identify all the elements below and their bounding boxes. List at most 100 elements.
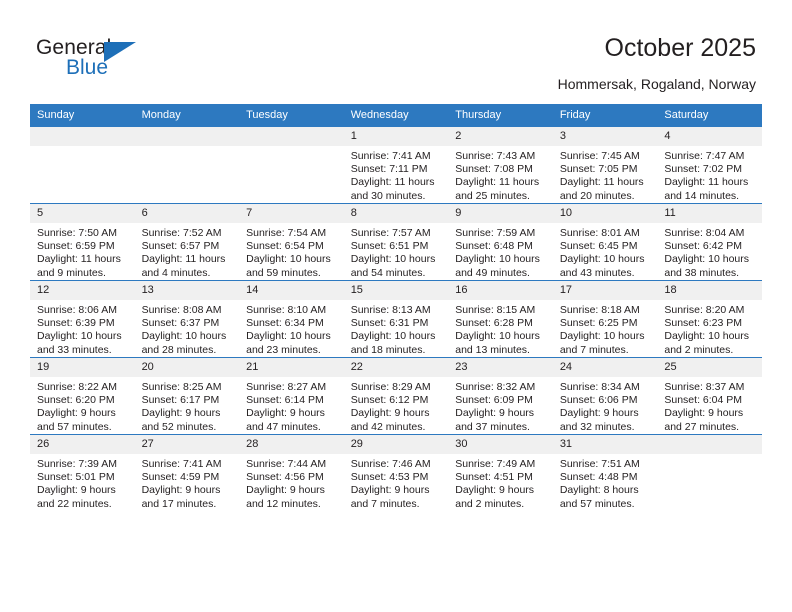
- day-info: Sunrise: 7:43 AM Sunset: 7:08 PM Daylight:…: [448, 146, 553, 203]
- daylight-line2-text: and 17 minutes.: [141, 497, 217, 510]
- calendar-day-cell[interactable]: 28 Sunrise: 7:44 AM Sunset: 4:56 PM Dayligh…: [239, 434, 344, 511]
- calendar-day-cell[interactable]: 20 Sunrise: 8:25 AM Sunset: 6:17 PM Dayligh…: [134, 357, 240, 435]
- day-number: 8: [343, 204, 449, 223]
- calendar-day-cell[interactable]: 2 Sunrise: 7:43 AM Sunset: 7:08 PM Daylight…: [448, 126, 553, 204]
- day-number: 2: [448, 127, 553, 146]
- calendar-day-cell[interactable]: 15 Sunrise: 8:13 AM Sunset: 6:31 PM Dayligh…: [343, 280, 449, 358]
- day-number: 15: [343, 281, 449, 300]
- daylight-line1-text: Daylight: 10 hours: [350, 253, 436, 266]
- sunrise-text: Sunrise: 7:50 AM: [37, 227, 117, 239]
- calendar-day-cell[interactable]: 26 Sunrise: 7:39 AM Sunset: 5:01 PM Dayligh…: [30, 434, 135, 511]
- day-info: Sunrise: 8:25 AM Sunset: 6:17 PM Daylight:…: [135, 377, 240, 434]
- day-number: [134, 127, 240, 146]
- sunset-text: Sunset: 6:34 PM: [246, 317, 324, 330]
- daylight-line1-text: Daylight: 11 hours: [664, 176, 749, 189]
- sunset-text: Sunset: 6:54 PM: [246, 240, 324, 253]
- daylight-line1-text: Daylight: 9 hours: [350, 407, 430, 420]
- calendar-day-cell[interactable]: 19 Sunrise: 8:22 AM Sunset: 6:20 PM Dayligh…: [30, 357, 135, 435]
- sunset-text: Sunset: 6:12 PM: [350, 394, 429, 407]
- daylight-line1-text: Daylight: 9 hours: [455, 407, 535, 420]
- sunrise-text: Sunrise: 8:04 AM: [664, 227, 745, 239]
- sunset-text: Sunset: 6:14 PM: [246, 394, 324, 407]
- day-number: 7: [239, 204, 344, 223]
- calendar-day-cell[interactable]: 6 Sunrise: 7:52 AM Sunset: 6:57 PM Daylight…: [134, 203, 240, 281]
- sunrise-text: Sunrise: 7:57 AM: [350, 227, 431, 239]
- calendar-day-cell[interactable]: 12 Sunrise: 8:06 AM Sunset: 6:39 PM Dayligh…: [30, 280, 135, 358]
- sunrise-text: Sunrise: 8:20 AM: [664, 304, 745, 316]
- daylight-line2-text: and 2 minutes.: [455, 497, 525, 510]
- day-number: 10: [552, 204, 658, 223]
- daylight-line1-text: Daylight: 10 hours: [559, 253, 645, 266]
- daylight-line1-text: Daylight: 10 hours: [559, 330, 645, 343]
- sunset-text: Sunset: 6:48 PM: [455, 240, 533, 253]
- sunrise-text: Sunrise: 7:45 AM: [559, 150, 640, 162]
- daylight-line2-text: and 42 minutes.: [350, 420, 426, 433]
- sunset-text: Sunset: 7:08 PM: [455, 163, 533, 176]
- calendar-day-cell[interactable]: 8 Sunrise: 7:57 AM Sunset: 6:51 PM Daylight…: [343, 203, 449, 281]
- day-info: Sunrise: 7:39 AM Sunset: 5:01 PM Daylight:…: [30, 454, 135, 511]
- calendar-day-cell[interactable]: 27 Sunrise: 7:41 AM Sunset: 4:59 PM Dayligh…: [134, 434, 240, 511]
- daylight-line1-text: Daylight: 9 hours: [664, 407, 744, 420]
- sunset-text: Sunset: 7:02 PM: [664, 163, 743, 176]
- sunset-text: Sunset: 6:04 PM: [664, 394, 743, 407]
- sunrise-text: Sunrise: 7:41 AM: [350, 150, 431, 162]
- day-number: [239, 127, 344, 146]
- daylight-line2-text: and 12 minutes.: [246, 497, 321, 510]
- sunset-text: Sunset: 6:25 PM: [559, 317, 638, 330]
- day-info: Sunrise: 8:20 AM Sunset: 6:23 PM Daylight:…: [657, 300, 762, 357]
- calendar-week-row: 12 Sunrise: 8:06 AM Sunset: 6:39 PM Dayligh…: [30, 280, 762, 358]
- calendar-day-cell[interactable]: 23 Sunrise: 8:32 AM Sunset: 6:09 PM Dayligh…: [448, 357, 553, 435]
- sunset-text: Sunset: 6:39 PM: [37, 317, 115, 330]
- calendar-day-cell[interactable]: 25 Sunrise: 8:37 AM Sunset: 6:04 PM Dayligh…: [657, 357, 762, 435]
- sunset-text: Sunset: 6:57 PM: [141, 240, 220, 253]
- sunrise-text: Sunrise: 7:52 AM: [141, 227, 222, 239]
- calendar-day-cell[interactable]: 11 Sunrise: 8:04 AM Sunset: 6:42 PM Dayligh…: [657, 203, 762, 281]
- calendar-day-cell[interactable]: 31 Sunrise: 7:51 AM Sunset: 4:48 PM Dayligh…: [552, 434, 658, 511]
- day-info: Sunrise: 8:15 AM Sunset: 6:28 PM Daylight:…: [448, 300, 553, 357]
- calendar-day-cell[interactable]: 18 Sunrise: 8:20 AM Sunset: 6:23 PM Dayligh…: [657, 280, 762, 358]
- sunset-text: Sunset: 6:09 PM: [455, 394, 533, 407]
- day-number: 16: [448, 281, 553, 300]
- calendar-day-cell[interactable]: 13 Sunrise: 8:08 AM Sunset: 6:37 PM Dayligh…: [134, 280, 240, 358]
- calendar-week-row: 5 Sunrise: 7:50 AM Sunset: 6:59 PM Daylight…: [30, 203, 762, 281]
- calendar-day-cell[interactable]: 14 Sunrise: 8:10 AM Sunset: 6:34 PM Dayligh…: [239, 280, 344, 358]
- day-info: Sunrise: 7:46 AM Sunset: 4:53 PM Daylight:…: [344, 454, 449, 511]
- calendar-day-cell[interactable]: 22 Sunrise: 8:29 AM Sunset: 6:12 PM Dayligh…: [343, 357, 449, 435]
- calendar-day-cell[interactable]: 10 Sunrise: 8:01 AM Sunset: 6:45 PM Dayligh…: [552, 203, 658, 281]
- sunrise-text: Sunrise: 7:54 AM: [246, 227, 327, 239]
- daylight-line2-text: and 57 minutes.: [37, 420, 112, 433]
- calendar-day-cell[interactable]: 7 Sunrise: 7:54 AM Sunset: 6:54 PM Daylight…: [239, 203, 344, 281]
- day-info: Sunrise: 8:10 AM Sunset: 6:34 PM Daylight:…: [239, 300, 344, 357]
- sunset-text: Sunset: 4:56 PM: [246, 471, 324, 484]
- day-info: Sunrise: 7:49 AM Sunset: 4:51 PM Daylight:…: [448, 454, 553, 511]
- daylight-line1-text: Daylight: 10 hours: [664, 330, 750, 343]
- daylight-line2-text: and 14 minutes.: [664, 189, 740, 202]
- daylight-line1-text: Daylight: 9 hours: [559, 407, 639, 420]
- daylight-line2-text: and 13 minutes.: [455, 343, 530, 356]
- daylight-line2-text: and 43 minutes.: [559, 266, 635, 279]
- calendar-day-cell[interactable]: 21 Sunrise: 8:27 AM Sunset: 6:14 PM Dayligh…: [239, 357, 344, 435]
- calendar-day-cell[interactable]: 24 Sunrise: 8:34 AM Sunset: 6:06 PM Dayligh…: [552, 357, 658, 435]
- calendar-day-cell[interactable]: 16 Sunrise: 8:15 AM Sunset: 6:28 PM Dayligh…: [448, 280, 553, 358]
- sunrise-text: Sunrise: 8:37 AM: [664, 381, 745, 393]
- daylight-line1-text: Daylight: 9 hours: [246, 484, 325, 497]
- calendar-day-cell[interactable]: 17 Sunrise: 8:18 AM Sunset: 6:25 PM Dayligh…: [552, 280, 658, 358]
- day-info: Sunrise: 8:13 AM Sunset: 6:31 PM Daylight:…: [344, 300, 449, 357]
- calendar-day-cell[interactable]: 5 Sunrise: 7:50 AM Sunset: 6:59 PM Daylight…: [30, 203, 135, 281]
- sunrise-text: Sunrise: 7:47 AM: [664, 150, 745, 162]
- calendar-day-cell[interactable]: 4 Sunrise: 7:47 AM Sunset: 7:02 PM Daylight…: [657, 126, 762, 204]
- daylight-line1-text: Daylight: 10 hours: [37, 330, 122, 343]
- sunrise-text: Sunrise: 8:25 AM: [141, 381, 222, 393]
- calendar-day-cell[interactable]: 30 Sunrise: 7:49 AM Sunset: 4:51 PM Dayligh…: [448, 434, 553, 511]
- weekday-header-monday: Monday: [134, 104, 240, 127]
- sunset-text: Sunset: 5:01 PM: [37, 471, 115, 484]
- day-info: Sunrise: 8:18 AM Sunset: 6:25 PM Daylight:…: [553, 300, 658, 357]
- day-info: Sunrise: 8:37 AM Sunset: 6:04 PM Daylight:…: [657, 377, 762, 434]
- calendar-day-cell[interactable]: 3 Sunrise: 7:45 AM Sunset: 7:05 PM Daylight…: [552, 126, 658, 204]
- daylight-line2-text: and 2 minutes.: [664, 343, 734, 356]
- sunrise-text: Sunrise: 8:22 AM: [37, 381, 117, 393]
- calendar-day-cell[interactable]: 29 Sunrise: 7:46 AM Sunset: 4:53 PM Dayligh…: [343, 434, 449, 511]
- calendar-day-cell[interactable]: 9 Sunrise: 7:59 AM Sunset: 6:48 PM Daylight…: [448, 203, 553, 281]
- sunrise-text: Sunrise: 7:51 AM: [559, 458, 640, 470]
- calendar-day-cell[interactable]: 1 Sunrise: 7:41 AM Sunset: 7:11 PM Daylight…: [343, 126, 449, 204]
